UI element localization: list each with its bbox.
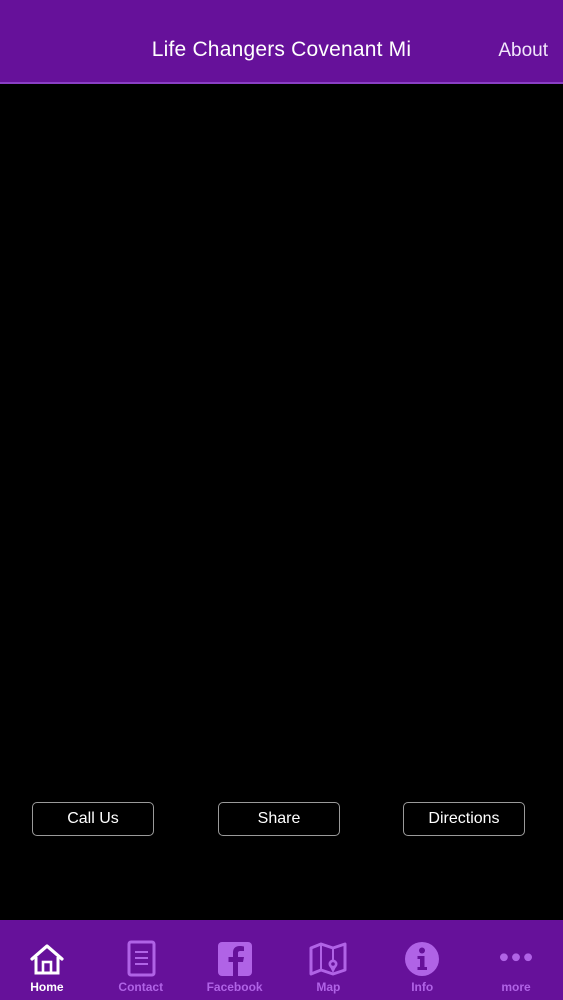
main-content: Call Us Share Directions (0, 86, 563, 920)
tab-home[interactable]: Home (0, 920, 94, 1000)
map-icon (309, 940, 347, 978)
tab-facebook-label: Facebook (206, 980, 263, 994)
tab-map-label: Map (316, 980, 341, 994)
facebook-icon (216, 940, 254, 978)
share-button[interactable]: Share (218, 802, 340, 836)
contact-card-icon (122, 940, 160, 978)
home-icon (28, 940, 66, 978)
bottom-tab-bar: Home Contact Facebook Map Info more (0, 920, 563, 1000)
top-navigation-bar: Life Changers Covenant Mi About (0, 0, 563, 84)
tab-facebook[interactable]: Facebook (188, 920, 282, 1000)
tab-more-label: more (501, 980, 531, 994)
tab-map[interactable]: Map (281, 920, 375, 1000)
tab-contact[interactable]: Contact (94, 920, 188, 1000)
more-dots-icon (497, 940, 535, 978)
tab-info-label: Info (411, 980, 434, 994)
page-title: Life Changers Covenant Mi (0, 38, 563, 62)
tab-info[interactable]: Info (375, 920, 469, 1000)
about-button[interactable]: About (498, 40, 548, 62)
directions-button[interactable]: Directions (403, 802, 525, 836)
tab-home-label: Home (30, 980, 64, 994)
call-us-button[interactable]: Call Us (32, 802, 154, 836)
tab-contact-label: Contact (118, 980, 164, 994)
info-icon (403, 940, 441, 978)
app-screen: Life Changers Covenant Mi About Call Us … (0, 0, 563, 1000)
tab-more[interactable]: more (469, 920, 563, 1000)
app-title-text: Life Changers Covenant Mi (151, 38, 412, 61)
